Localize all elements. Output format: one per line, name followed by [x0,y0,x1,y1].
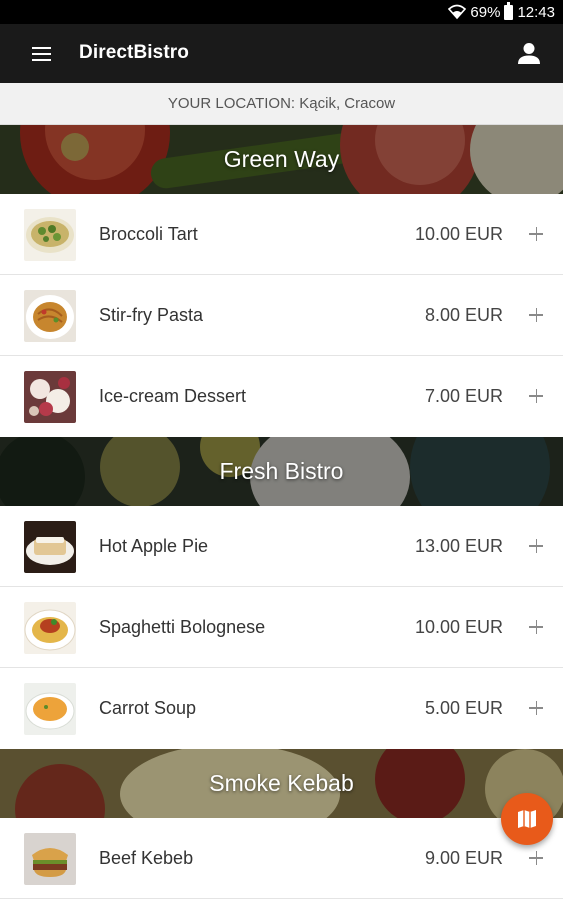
restaurant-header-smoke-kebab[interactable]: Smoke Kebab [0,749,563,818]
dish-image-spaghetti-bolognese [24,602,76,654]
app-title: DirectBistro [79,42,189,63]
dish-price: 13.00 EUR [414,536,503,556]
add-icon[interactable] [523,383,549,409]
wifi-icon [448,4,467,20]
add-icon[interactable] [523,695,549,721]
app-bar: DirectBistro [0,24,563,83]
status-bar: 69% 12:43 [0,0,563,24]
dish-row-stir-fry-pasta[interactable]: Stir-fry Pasta 8.00 EUR [0,275,563,356]
dish-image-broccoli-tart [24,209,76,261]
dish-price: 8.00 EUR [424,305,503,325]
dish-image-beef-kebeb [24,833,76,885]
location-bar[interactable]: YOUR LOCATION: Kącik, Cracow [0,83,563,125]
dish-name: Beef Kebeb [99,848,194,868]
dish-name: Ice-cream Dessert [99,386,247,406]
add-icon[interactable] [523,845,549,871]
restaurant-name: Smoke Kebab [209,770,354,796]
clock: 12:43 [517,3,555,21]
dish-row-hot-apple-pie[interactable]: Hot Apple Pie 13.00 EUR [0,506,563,587]
dish-row-carrot-soup[interactable]: Carrot Soup 5.00 EUR [0,668,563,749]
battery-percent: 69% [470,3,501,21]
dish-price: 7.00 EUR [424,386,503,406]
restaurant-name: Green Way [223,146,340,172]
menu-icon[interactable] [24,42,60,66]
status-indicators: 69% 12:43 [448,1,555,21]
restaurant-header-green-way[interactable]: Green Way [0,125,563,194]
dish-name: Spaghetti Bolognese [99,617,266,637]
dish-price: 9.00 EUR [424,848,503,868]
restaurant-list: Green Way Broccoli Tart 10.00 EUR Stir-f… [0,125,563,899]
restaurant-header-fresh-bistro[interactable]: Fresh Bistro [0,437,563,506]
battery-icon [504,1,514,20]
dish-row-broccoli-tart[interactable]: Broccoli Tart 10.00 EUR [0,194,563,275]
dish-row-beef-kebeb[interactable]: Beef Kebeb 9.00 EUR [0,818,563,899]
dish-name: Hot Apple Pie [99,536,209,556]
dish-name: Stir-fry Pasta [99,305,204,325]
dish-price: 10.00 EUR [414,224,503,244]
add-icon[interactable] [523,221,549,247]
dish-name: Broccoli Tart [99,224,198,244]
dish-row-spaghetti-bolognese[interactable]: Spaghetti Bolognese 10.00 EUR [0,587,563,668]
map-icon [518,810,536,828]
account-icon[interactable] [515,39,543,67]
dish-name: Carrot Soup [99,698,197,718]
add-icon[interactable] [523,533,549,559]
dish-price: 5.00 EUR [424,698,503,718]
dish-image-ice-cream-dessert [24,371,76,423]
add-icon[interactable] [523,614,549,640]
dish-price: 10.00 EUR [414,617,503,637]
add-icon[interactable] [523,302,549,328]
map-button[interactable] [501,793,553,845]
dish-image-stir-fry-pasta [24,290,76,342]
dish-image-carrot-soup [24,683,76,735]
restaurant-name: Fresh Bistro [219,458,344,484]
dish-row-ice-cream-dessert[interactable]: Ice-cream Dessert 7.00 EUR [0,356,563,437]
dish-image-hot-apple-pie [24,521,76,573]
